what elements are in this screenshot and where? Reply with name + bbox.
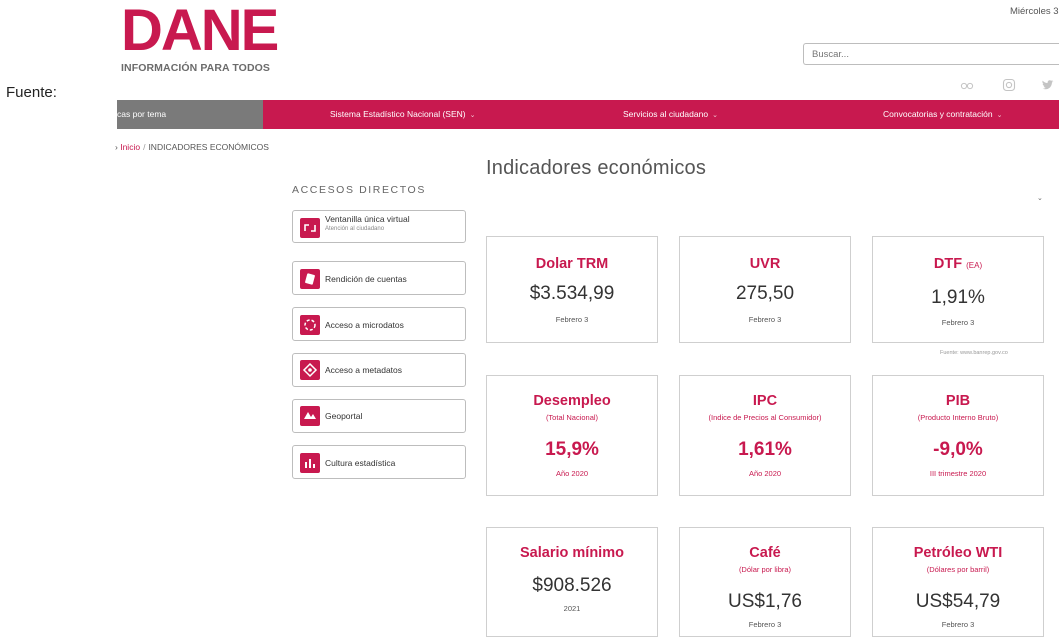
indicator-card-uvr: UVR 275,50 Febrero 3	[679, 236, 851, 343]
card-title: Dolar TRM	[535, 256, 609, 272]
indicator-card-desempleo: Desempleo (Total Nacional) 15,9% Año 202…	[486, 375, 658, 496]
current-date: Miércoles 3	[1010, 6, 1059, 17]
indicator-card-pib: PIB (Producto Interno Bruto) -9,0% III t…	[872, 375, 1044, 496]
sidebar-title: ACCESOS DIRECTOS	[292, 184, 426, 196]
breadcrumb: › Inicio / INDICADORES ECONÓMICOS	[115, 142, 269, 152]
nav-item-label: Sistema Estadístico Nacional (SEN)	[330, 109, 466, 119]
card-title-unit: (EA)	[966, 261, 983, 270]
logo-wordmark: DANE	[121, 0, 279, 63]
card-date: Febrero 3	[748, 620, 782, 629]
sidebar-item-label: Acceso a microdatos	[325, 320, 404, 330]
card-date: Febrero 3	[941, 620, 975, 629]
card-date: Febrero 3	[941, 318, 975, 327]
chevron-down-icon: ⌄	[712, 112, 718, 119]
sidebar-item-microdatos[interactable]: Acceso a microdatos	[292, 307, 466, 341]
nav-item-estadisticas-por-tema[interactable]: cas por tema	[117, 100, 166, 129]
card-date: Año 2020	[748, 469, 782, 478]
card-title: DTF (EA)	[873, 256, 1043, 272]
window-icon	[300, 218, 320, 238]
card-date: Febrero 3	[555, 315, 589, 324]
card-value: 1,61%	[738, 439, 792, 460]
indicator-card-dtf: DTF (EA) 1,91% Febrero 3	[872, 236, 1044, 343]
dane-logo[interactable]: DANE INFORMACIÓN PARA TODOS	[121, 0, 281, 76]
source-note: Fuente: www.banrep.gov.co	[940, 350, 1008, 356]
sidebar-item-cultura[interactable]: Cultura estadística	[292, 445, 466, 479]
card-title: Café	[749, 545, 781, 561]
card-value: US$1,76	[728, 591, 802, 612]
breadcrumb-current: INDICADORES ECONÓMICOS	[148, 142, 269, 152]
microdata-icon	[300, 315, 320, 335]
sidebar-item-label: Geoportal	[325, 411, 363, 421]
metadata-icon	[300, 360, 320, 380]
caption-source-label: Fuente:	[6, 84, 57, 101]
card-title: UVR	[749, 256, 781, 272]
sidebar-item-geoportal[interactable]: Geoportal	[292, 399, 466, 433]
chevron-down-icon: ⌄	[469, 112, 476, 119]
sidebar-item-rendicion[interactable]: Rendición de cuentas	[292, 261, 466, 295]
indicator-card-cafe: Café (Dólar por libra) US$1,76 Febrero 3	[679, 527, 851, 637]
twitter-icon[interactable]	[1041, 78, 1055, 92]
card-subtitle: (Producto Interno Bruto)	[917, 413, 999, 422]
card-date: Febrero 3	[748, 315, 782, 324]
breadcrumb-separator: /	[143, 142, 146, 152]
card-value: 1,91%	[931, 287, 985, 308]
nav-item-convocatorias[interactable]: Convocatorias y contratación ⌄	[883, 100, 1003, 129]
page-title: Indicadores económicos	[486, 157, 707, 179]
nav-item-label: Convocatorias y contratación	[883, 109, 993, 119]
card-title: IPC	[752, 393, 778, 409]
card-date: III trimestre 2020	[929, 469, 987, 478]
nav-item-label: Servicios al ciudadano	[623, 109, 709, 119]
chevron-down-icon[interactable]: ⌄	[1037, 194, 1043, 202]
card-title: Desempleo	[533, 393, 611, 409]
card-value: -9,0%	[933, 439, 983, 460]
sidebar-item-label: Cultura estadística	[325, 458, 396, 468]
card-title: Petróleo WTI	[913, 545, 1003, 561]
breadcrumb-lead: ›	[115, 142, 118, 152]
nav-item-label: cas por tema	[117, 109, 167, 119]
card-date: Año 2020	[555, 469, 589, 478]
flickr-icon[interactable]	[960, 78, 974, 92]
card-value: 275,50	[735, 283, 795, 304]
card-date: 2021	[563, 604, 581, 613]
card-subtitle: (Indice de Precios al Consumidor)	[708, 413, 822, 422]
nav-item-sen[interactable]: Sistema Estadístico Nacional (SEN) ⌄	[330, 100, 475, 129]
card-subtitle: (Dólar por libra)	[738, 565, 792, 574]
card-subtitle: (Total Nacional)	[545, 413, 599, 422]
search-box[interactable]	[803, 43, 1059, 65]
sidebar-item-sublabel: Atención al ciudadano	[325, 226, 385, 232]
search-input[interactable]	[804, 44, 1042, 65]
card-title: PIB	[945, 393, 971, 409]
card-subtitle: (Dólares por barril)	[926, 565, 990, 574]
sidebar-item-label: Rendición de cuentas	[325, 274, 407, 284]
indicator-card-ipc: IPC (Indice de Precios al Consumidor) 1,…	[679, 375, 851, 496]
breadcrumb-home-link[interactable]: Inicio	[120, 142, 140, 152]
chevron-down-icon: ⌄	[996, 112, 1003, 119]
card-value: $908.526	[532, 575, 612, 596]
accountability-icon	[300, 269, 320, 289]
indicator-card-petroleo-wti: Petróleo WTI (Dólares por barril) US$54,…	[872, 527, 1044, 637]
indicator-card-salario-minimo: Salario mínimo $908.526 2021	[486, 527, 658, 637]
sidebar-item-metadatos[interactable]: Acceso a metadatos	[292, 353, 466, 387]
card-value: US$54,79	[915, 591, 1001, 612]
sidebar-item-ventanilla[interactable]: Ventanilla única virtual Atención al ciu…	[292, 210, 466, 243]
card-value: 15,9%	[545, 439, 599, 460]
instagram-icon[interactable]	[1002, 78, 1016, 92]
culture-icon	[300, 453, 320, 473]
card-value: $3.534,99	[529, 283, 615, 304]
nav-item-servicios[interactable]: Servicios al ciudadano ⌄	[623, 100, 718, 129]
card-title-text: DTF	[933, 256, 963, 272]
card-title: Salario mínimo	[520, 545, 624, 561]
sidebar-item-label: Acceso a metadatos	[325, 365, 403, 375]
indicator-card-dolar-trm: Dolar TRM $3.534,99 Febrero 3	[486, 236, 658, 343]
geoportal-icon	[300, 406, 320, 426]
logo-tagline: INFORMACIÓN PARA TODOS	[121, 62, 271, 74]
sidebar-item-label: Ventanilla única virtual	[325, 214, 410, 224]
